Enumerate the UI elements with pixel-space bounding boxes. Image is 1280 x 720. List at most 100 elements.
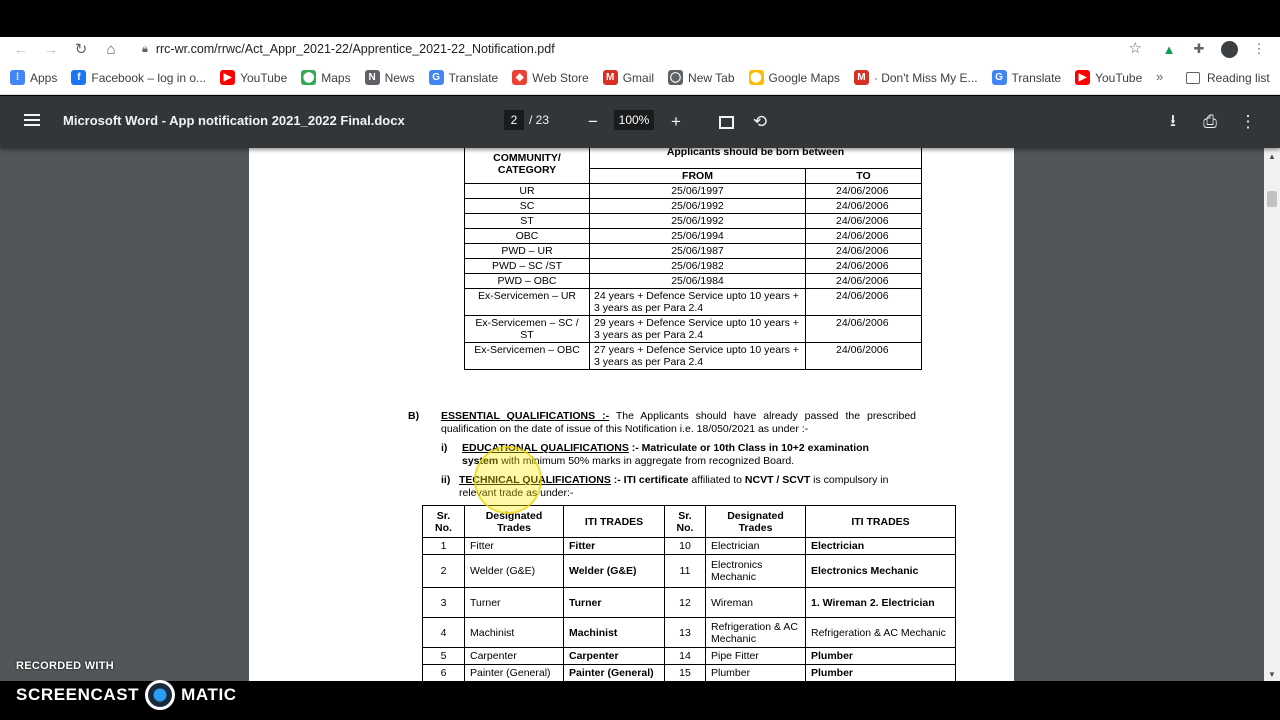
age-header-category: COMMUNITY/ CATEGORY	[464, 148, 590, 184]
bookmark-item[interactable]: ▶ YouTube	[220, 70, 287, 85]
trades-cell-i1: Machinist	[563, 617, 665, 648]
age-cell-cat: OBC	[464, 228, 590, 244]
bookmark-item[interactable]: M · Don't Miss My E...	[853, 70, 978, 85]
bookmark-item[interactable]: ⬤ Google Maps	[748, 70, 840, 85]
trades-cell-d1: Machinist	[464, 617, 564, 648]
table-row: 3 Turner Turner 12 Wireman 1. Wireman 2. Elec…	[422, 587, 956, 618]
trades-cell-i2: 1. Wireman 2. Electrician	[805, 587, 956, 618]
trades-header-iti: ITI TRADES	[563, 505, 665, 538]
download-icon[interactable]: ⭳	[1161, 110, 1185, 134]
bookmarks-bar: ⁞ Apps f Facebook – log in o... ▶ YouTube ⬤ Map…	[0, 61, 1280, 95]
bookmark-item[interactable]: M Gmail	[602, 70, 654, 85]
web-store-icon: ◆	[512, 70, 528, 85]
lock-icon: 🔒︎	[142, 42, 148, 55]
browser-menu-icon[interactable]: ⋮	[1246, 37, 1272, 61]
reload-icon[interactable]: ↻	[66, 37, 96, 61]
trades-cell-n2: 14	[664, 647, 706, 665]
age-cell-to: 24/06/2006	[805, 198, 922, 214]
educational-qualifications-heading: EDUCATIONAL QUALIFICATIONS	[462, 442, 629, 454]
age-cell-cat: Ex-Servicemen – UR	[464, 288, 590, 316]
trades-cell-n2: 10	[664, 537, 706, 555]
trades-cell-d2: Electronics Mechanic	[705, 554, 806, 588]
table-row: 1 Fitter Fitter 10 Electrician Electrician	[422, 537, 956, 555]
age-cell-to: 24/06/2006	[805, 213, 922, 229]
apps-grid-icon: ⁞	[10, 70, 25, 85]
age-cell-to: 24/06/2006	[805, 183, 922, 199]
age-cell-to: 24/06/2006	[805, 288, 922, 316]
bookmark-item[interactable]: ⬤ Maps	[301, 70, 351, 85]
bookmark-label: Google Maps	[768, 70, 840, 85]
trades-cell-i1: Fitter	[563, 537, 665, 555]
bookmark-star-icon[interactable]: ☆	[1129, 39, 1142, 57]
trades-cell-n1: 3	[422, 587, 465, 618]
forward-arrow-icon[interactable]: →	[36, 37, 66, 61]
rotate-icon[interactable]: ⟲	[748, 110, 772, 134]
bookmark-label: Facebook – log in o...	[91, 70, 207, 85]
bookmark-item[interactable]: G Translate	[428, 70, 499, 85]
pdf-toolbar: Microsoft Word - App notification 2021_2…	[0, 96, 1280, 148]
print-icon[interactable]: ⎙	[1198, 110, 1222, 134]
trades-header-designated: Designated Trades	[464, 505, 564, 538]
document-title: Microsoft Word - App notification 2021_2…	[63, 113, 405, 128]
age-header-from: FROM	[589, 168, 806, 184]
vertical-scrollbar[interactable]: ▲ ▼	[1264, 148, 1280, 681]
home-icon[interactable]: ⌂	[96, 37, 126, 61]
scroll-up-arrow-icon[interactable]: ▲	[1268, 152, 1276, 161]
age-cell-from: 25/06/1992	[589, 213, 806, 229]
zoom-level-input[interactable]: 100%	[614, 110, 654, 130]
fit-to-page-icon[interactable]	[714, 110, 738, 134]
url-text: rrc-wr.com/rrwc/Act_Appr_2021-22/Apprent…	[155, 42, 555, 56]
bookmark-item[interactable]: f Facebook – log in o...	[71, 70, 206, 85]
reading-list-button[interactable]: Reading list	[1186, 61, 1270, 95]
trades-cell-i2: Electrician	[805, 537, 956, 555]
table-row: PWD – OBC 25/06/1984 24/06/2006	[464, 273, 922, 289]
table-row: Ex-Servicemen – SC / ST 29 years + Defenc…	[464, 315, 922, 343]
item-ii-marker: ii)	[441, 474, 451, 486]
zoom-out-icon[interactable]: −	[581, 110, 605, 134]
bookmark-item[interactable]: N News	[364, 70, 415, 85]
bookmark-item[interactable]: ⁞ Apps	[10, 70, 57, 85]
bookmark-item[interactable]: ◆ Web Store	[512, 70, 589, 85]
trades-cell-i2: Refrigeration & AC Mechanic	[805, 617, 956, 648]
essential-qualifications-paragraph: ESSENTIAL QUALIFICATIONS :- The Applican…	[441, 410, 916, 435]
table-row: 6 Painter (General) Painter (General) 15 Plu…	[422, 664, 956, 681]
scroll-down-arrow-icon[interactable]: ▼	[1268, 670, 1276, 679]
item-i-marker: i)	[441, 442, 448, 454]
trades-cell-i1: Turner	[563, 587, 665, 618]
age-cell-cat: UR	[464, 183, 590, 199]
bookmark-item[interactable]: ◯ New Tab	[668, 70, 735, 85]
table-row: ST 25/06/1992 24/06/2006	[464, 213, 922, 229]
drive-extension-icon[interactable]: ▲	[1156, 37, 1182, 61]
gmail-icon: M	[853, 70, 869, 85]
age-cell-cat: ST	[464, 213, 590, 229]
bookmark-item[interactable]: G Translate	[991, 70, 1061, 85]
profile-avatar[interactable]	[1216, 37, 1242, 61]
address-bar[interactable]: 🔒︎ rrc-wr.com/rrwc/Act_Appr_2021-22/Appr…	[138, 37, 1150, 61]
scrollbar-thumb[interactable]	[1267, 191, 1277, 207]
top-black-band	[0, 0, 1280, 37]
age-header-to: TO	[805, 168, 922, 184]
bookmark-label: Translate	[448, 70, 499, 85]
trades-cell-n2: 13	[664, 617, 706, 648]
page-number-input[interactable]: 2	[504, 110, 524, 130]
browser-toolbar: ← → ↻ ⌂ 🔒︎ rrc-wr.com/rrwc/Act_Appr_2021…	[0, 37, 1280, 61]
zoom-in-icon[interactable]: +	[664, 110, 688, 134]
age-cell-to: 24/06/2006	[805, 273, 922, 289]
age-cell-from: 27 years + Defence Service upto 10 years…	[589, 342, 806, 370]
back-arrow-icon[interactable]: ←	[6, 37, 36, 61]
age-cell-from: 29 years + Defence Service upto 10 years…	[589, 315, 806, 343]
more-actions-icon[interactable]: ⋮	[1236, 110, 1260, 134]
pdf-page: COMMUNITY/ CATEGORY Applicants should be…	[249, 148, 1014, 681]
reading-list-icon	[1186, 72, 1200, 84]
bookmarks-more-chevron-icon[interactable]: »	[1156, 69, 1163, 84]
bookmark-label: News	[384, 70, 415, 85]
age-cell-cat: PWD – SC /ST	[464, 258, 590, 274]
age-cell-cat: Ex-Servicemen – OBC	[464, 342, 590, 370]
bookmark-item[interactable]: ▶ YouTube	[1075, 70, 1142, 85]
maps-pin-icon: ⬤	[301, 70, 317, 85]
menu-hamburger-icon[interactable]	[24, 114, 40, 126]
bookmark-label: YouTube	[240, 70, 288, 85]
age-cell-cat: PWD – UR	[464, 243, 590, 259]
pdf-viewer[interactable]: COMMUNITY/ CATEGORY Applicants should be…	[0, 148, 1280, 681]
extensions-puzzle-icon[interactable]: ✚	[1186, 37, 1212, 61]
